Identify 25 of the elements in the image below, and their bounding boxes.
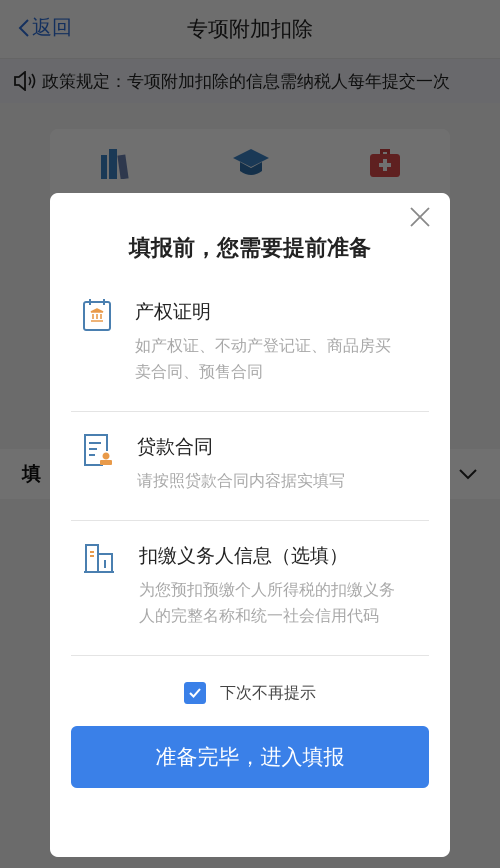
dialog-title: 填报前，您需要提前准备 xyxy=(127,235,372,263)
chevron-down-icon[interactable] xyxy=(458,468,478,480)
item-title: 产权证明 xyxy=(135,300,212,325)
chevron-left-icon xyxy=(18,18,30,38)
item-title: 扣缴义务人信息（选填） xyxy=(139,544,349,569)
back-button[interactable]: 返回 xyxy=(18,14,72,41)
document-person-icon xyxy=(83,434,113,466)
item-title: 贷款合同 xyxy=(137,435,214,460)
first-aid-kit-icon xyxy=(370,149,400,177)
item-description: 请按照贷款合同内容据实填写 xyxy=(137,470,346,492)
close-button[interactable] xyxy=(408,205,432,229)
checkbox[interactable] xyxy=(184,682,206,704)
graduation-cap-icon xyxy=(232,149,269,177)
policy-notice: 政策规定：专项附加扣除的信息需纳税人每年提交一次 xyxy=(42,70,450,92)
speaker-icon xyxy=(14,71,36,91)
item-description: 如产权证、不动产登记证、商品房买卖合同、预售合同 xyxy=(135,335,392,383)
checkbox-label: 下次不再提示 xyxy=(220,682,316,704)
close-icon xyxy=(410,207,430,227)
calendar-bank-icon xyxy=(83,299,111,331)
confirm-button[interactable]: 准备完毕，进入填报 xyxy=(71,726,429,788)
page-title: 专项附加扣除 xyxy=(187,16,313,43)
item-description: 为您预扣预缴个人所得税的扣缴义务人的完整名称和统一社会信用代码 xyxy=(139,579,396,627)
buildings-icon xyxy=(83,543,115,573)
check-icon xyxy=(189,688,201,698)
section-label: 填 xyxy=(22,462,41,487)
